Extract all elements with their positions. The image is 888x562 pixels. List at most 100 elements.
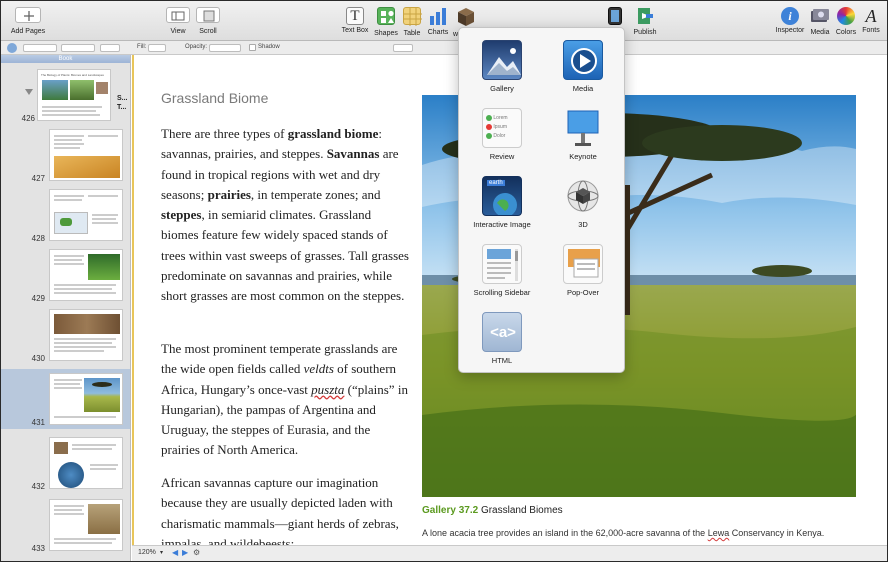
- widget-gallery[interactable]: Gallery: [462, 40, 542, 93]
- shapes-label: Shapes: [374, 30, 398, 37]
- text-run: A lone acacia tree provides an island in…: [422, 528, 708, 538]
- page-thumb-row[interactable]: 432: [1, 433, 130, 493]
- shapes-icon: [377, 7, 395, 25]
- widget-label: Keynote: [569, 152, 597, 161]
- scroll-icon: [196, 7, 220, 23]
- sidebar-header: Book: [1, 55, 130, 63]
- style-icon[interactable]: [7, 43, 17, 53]
- widget-scrolling-sidebar[interactable]: Scrolling Sidebar: [462, 244, 542, 297]
- scrolling-sidebar-widget-icon: [482, 244, 522, 284]
- html-tag-glyph: <a>: [490, 324, 516, 341]
- shadow-checkbox[interactable]: [249, 44, 256, 51]
- colors-button[interactable]: Colors: [834, 7, 858, 36]
- format-popup-1[interactable]: [23, 44, 57, 52]
- widget-html[interactable]: <a> HTML: [462, 312, 542, 365]
- review-widget-icon: Lorem Ipsum Dolor: [482, 108, 522, 148]
- gallery-description[interactable]: A lone acacia tree provides an island in…: [422, 528, 824, 538]
- page-thumb-row[interactable]: 430: [1, 305, 130, 365]
- fonts-icon: A: [865, 6, 877, 26]
- media-button[interactable]: Media: [809, 7, 831, 36]
- misspelled-italic-term: puszta: [311, 381, 345, 397]
- page-number: 427: [31, 174, 45, 183]
- page-title-short: S...: [117, 95, 128, 102]
- media-label: Media: [810, 29, 830, 36]
- media-icon: [810, 7, 830, 25]
- opacity-field[interactable]: [209, 44, 241, 52]
- publish-button[interactable]: Publish: [628, 7, 662, 36]
- table-button[interactable]: Table: [401, 7, 423, 37]
- inspector-button[interactable]: i Inspector: [775, 7, 805, 34]
- gallery-caption[interactable]: Gallery 37.2 Grassland Biomes: [422, 505, 563, 516]
- widget-media[interactable]: Media: [543, 40, 623, 93]
- gear-icon[interactable]: ⚙: [193, 548, 200, 557]
- widget-label: Gallery: [490, 84, 514, 93]
- widget-interactive-image[interactable]: earth Interactive Image: [462, 176, 542, 229]
- bold-term: prairies: [207, 186, 251, 202]
- text-run: Conservancy in Kenya.: [729, 528, 825, 538]
- widget-keynote[interactable]: Keynote: [543, 108, 623, 161]
- widget-label: 3D: [578, 220, 588, 229]
- page-number: 426: [21, 114, 35, 123]
- add-pages-button[interactable]: Add Pages: [9, 7, 47, 35]
- section-heading[interactable]: Grassland Biome: [161, 90, 268, 106]
- misspelled-word: Lewa: [707, 528, 730, 538]
- text-run: There are three types of: [161, 126, 288, 141]
- page-thumb-row[interactable]: 433: [1, 495, 130, 555]
- fonts-button[interactable]: A Fonts: [860, 7, 882, 34]
- zoom-popup[interactable]: 120%: [138, 549, 156, 556]
- pop-over-widget-icon: [563, 244, 603, 284]
- publish-icon: [636, 7, 654, 25]
- page-thumbnail: [49, 437, 123, 489]
- review-option: Lorem: [493, 115, 508, 121]
- widget-label: Pop-Over: [566, 288, 600, 297]
- disclosure-triangle-icon[interactable]: [25, 89, 33, 95]
- bold-term: Savannas: [326, 146, 380, 162]
- widget-pop-over[interactable]: Pop-Over: [543, 244, 623, 297]
- page-thumb-row[interactable]: 429: [1, 245, 130, 305]
- shadow-label: Shadow: [258, 44, 280, 50]
- colors-label: Colors: [835, 29, 857, 36]
- paragraph-2[interactable]: The most prominent temperate grasslands …: [161, 339, 409, 461]
- page-number: 432: [31, 482, 45, 491]
- fill-label: Fill:: [137, 44, 147, 50]
- interactive-image-widget-icon: earth: [482, 176, 522, 216]
- text-box-label: Text Box: [341, 27, 369, 34]
- next-page-icon[interactable]: ▶: [182, 548, 188, 557]
- page-thumb-row[interactable]: 428: [1, 185, 130, 245]
- chevron-down-icon[interactable]: ▾: [160, 549, 163, 556]
- fill-well[interactable]: [148, 44, 166, 52]
- plus-icon: [15, 7, 41, 23]
- widget-3d[interactable]: 3D: [543, 176, 623, 229]
- page-thumb-row[interactable]: The Biology of Plants: Biomes and Landsc…: [1, 65, 130, 125]
- format-popup-2[interactable]: [61, 44, 95, 52]
- charts-button[interactable]: Charts: [426, 7, 450, 36]
- page-number: 429: [31, 294, 45, 303]
- page-thumbnail: [49, 129, 123, 181]
- widget-review[interactable]: Lorem Ipsum Dolor Review: [462, 108, 542, 161]
- page-thumbnail: [49, 373, 123, 425]
- scroll-button[interactable]: Scroll: [195, 7, 221, 35]
- paragraph-3[interactable]: African savannas capture our imagination…: [161, 473, 409, 545]
- page-thumb-row-selected[interactable]: 431: [1, 369, 130, 429]
- page-thumb-row[interactable]: 427: [1, 125, 130, 185]
- shapes-button[interactable]: Shapes: [373, 7, 399, 37]
- page-number: 428: [31, 234, 45, 243]
- 3d-widget-icon: [563, 176, 603, 216]
- page-thumbnail: [49, 499, 123, 551]
- opacity-label: Opacity:: [185, 44, 208, 50]
- italic-term: veldts: [303, 361, 334, 377]
- review-option: Dolor: [493, 133, 506, 139]
- status-bar: 120% ▾ ◀ ▶ ⚙: [132, 545, 887, 561]
- view-button[interactable]: View: [165, 7, 191, 35]
- previous-page-icon[interactable]: ◀: [172, 548, 178, 557]
- preview-button[interactable]: [605, 7, 625, 28]
- format-popup-4[interactable]: [393, 44, 413, 52]
- table-label: Table: [403, 30, 421, 37]
- format-popup-3[interactable]: [100, 44, 120, 52]
- gallery-title: Grassland Biomes: [480, 505, 563, 516]
- paragraph-1[interactable]: There are three types of grassland biome…: [161, 124, 409, 307]
- bold-term: grassland biome: [287, 126, 379, 141]
- view-icon: [166, 7, 190, 23]
- ibooks-author-window: Add Pages View Scroll T Text Box Shapes: [0, 0, 888, 562]
- text-box-button[interactable]: T Text Box: [340, 7, 370, 34]
